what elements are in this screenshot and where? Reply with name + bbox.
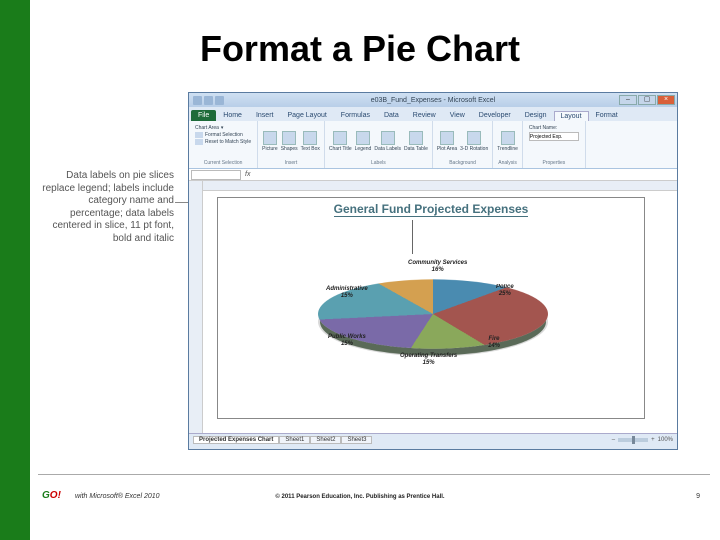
insert-picture-button[interactable]: Picture xyxy=(262,131,278,152)
slide-accent-bar xyxy=(0,0,30,540)
data-table-icon xyxy=(409,131,423,145)
plot-area-button[interactable]: Plot Area xyxy=(437,131,457,152)
zoom-level: 100% xyxy=(658,437,673,443)
data-label-operating-transfers[interactable]: Operating Transfers15% xyxy=(400,353,457,366)
chart-name-label: Chart Name: xyxy=(529,125,579,131)
group-current-selection: Chart Area ▾ Format Selection Reset to M… xyxy=(189,121,258,168)
ribbon-tabs: File Home Insert Page Layout Formulas Da… xyxy=(189,107,677,121)
excel-window: Chart Tools e03B_Fund_Expenses - Microso… xyxy=(188,92,678,450)
group-properties: Chart Name: Properties xyxy=(523,121,586,168)
reset-icon xyxy=(195,139,203,145)
tab-formulas[interactable]: Formulas xyxy=(334,110,377,121)
data-label-fire[interactable]: Fire14% xyxy=(488,336,500,349)
tab-layout[interactable]: Layout xyxy=(554,111,589,121)
chart-title-button[interactable]: Chart Title xyxy=(329,131,352,152)
tab-insert[interactable]: Insert xyxy=(249,110,281,121)
data-labels-icon xyxy=(381,131,395,145)
group-label: Current Selection xyxy=(193,160,253,166)
name-box[interactable] xyxy=(191,170,241,180)
tab-home[interactable]: Home xyxy=(216,110,249,121)
legend-icon xyxy=(356,131,370,145)
group-labels: Chart Title Legend Data Labels Data Tabl… xyxy=(325,121,433,168)
tab-review[interactable]: Review xyxy=(406,110,443,121)
fx-icon[interactable]: fx xyxy=(245,171,250,178)
group-label: Labels xyxy=(329,160,428,166)
reset-style-button[interactable]: Reset to Match Style xyxy=(195,139,251,145)
slide-title: Format a Pie Chart xyxy=(0,28,720,70)
sheet-tab-2[interactable]: Sheet2 xyxy=(310,436,341,444)
trendline-button[interactable]: Trendline xyxy=(497,131,518,152)
zoom-control[interactable]: –+ 100% xyxy=(612,437,673,443)
textbox-icon xyxy=(303,131,317,145)
chart-title-icon xyxy=(333,131,347,145)
row-headers xyxy=(189,181,203,433)
tab-page-layout[interactable]: Page Layout xyxy=(280,110,333,121)
rotation-icon xyxy=(467,131,481,145)
tab-format[interactable]: Format xyxy=(589,110,625,121)
page-number: 9 xyxy=(696,493,700,500)
shapes-icon xyxy=(282,131,296,145)
insert-textbox-button[interactable]: Text Box xyxy=(301,131,320,152)
format-selection-icon xyxy=(195,132,203,138)
data-label-public-works[interactable]: Public Works15% xyxy=(328,334,366,347)
tab-file[interactable]: File xyxy=(191,110,216,121)
footer-divider xyxy=(38,474,710,475)
column-headers xyxy=(203,181,677,191)
tab-data[interactable]: Data xyxy=(377,110,406,121)
format-selection-button[interactable]: Format Selection xyxy=(195,132,251,138)
worksheet-area: General Fund Projected Expenses Communit… xyxy=(189,181,677,433)
maximize-button[interactable]: ▢ xyxy=(638,95,656,105)
status-bar: Projected Expenses Chart Sheet1 Sheet2 S… xyxy=(189,433,677,445)
data-label-community-services[interactable]: Community Services16% xyxy=(408,260,467,273)
close-button[interactable]: × xyxy=(657,95,675,105)
group-background: Plot Area 3-D Rotation Background xyxy=(433,121,493,168)
tab-view[interactable]: View xyxy=(443,110,472,121)
insert-shapes-button[interactable]: Shapes xyxy=(281,131,298,152)
group-label: Analysis xyxy=(497,160,518,166)
picture-icon xyxy=(263,131,277,145)
sheet-tab-3[interactable]: Sheet3 xyxy=(341,436,372,444)
sheet-tab-chart[interactable]: Projected Expenses Chart xyxy=(193,436,279,444)
zoom-slider[interactable] xyxy=(618,438,648,442)
ribbon: Chart Area ▾ Format Selection Reset to M… xyxy=(189,121,677,169)
chart-element-selector[interactable]: Chart Area ▾ xyxy=(195,125,251,131)
pie-chart[interactable]: Community Services16% Police25% Fire14% … xyxy=(278,240,588,410)
chart-object[interactable]: General Fund Projected Expenses Communit… xyxy=(217,197,645,419)
group-label: Background xyxy=(437,160,488,166)
sheet-tabs: Projected Expenses Chart Sheet1 Sheet2 S… xyxy=(193,436,372,444)
tab-design[interactable]: Design xyxy=(518,110,554,121)
group-label: Properties xyxy=(527,160,581,166)
minimize-button[interactable]: – xyxy=(619,95,637,105)
data-labels-button[interactable]: Data Labels xyxy=(374,131,401,152)
rotation-3d-button[interactable]: 3-D Rotation xyxy=(460,131,488,152)
data-label-administrative[interactable]: Administrative15% xyxy=(326,286,368,299)
sheet-tab-1[interactable]: Sheet1 xyxy=(279,436,310,444)
tab-developer[interactable]: Developer xyxy=(472,110,518,121)
group-label: Insert xyxy=(262,160,320,166)
legend-button[interactable]: Legend xyxy=(355,131,372,152)
group-analysis: Trendline Analysis xyxy=(493,121,523,168)
footer-copyright: © 2011 Pearson Education, Inc. Publishin… xyxy=(0,494,720,500)
chart-title-text[interactable]: General Fund Projected Expenses xyxy=(218,198,644,216)
window-title: e03B_Fund_Expenses - Microsoft Excel xyxy=(189,97,677,104)
group-insert: Picture Shapes Text Box Insert xyxy=(258,121,325,168)
trendline-icon xyxy=(501,131,515,145)
data-label-police[interactable]: Police25% xyxy=(496,284,514,297)
window-titlebar: e03B_Fund_Expenses - Microsoft Excel – ▢… xyxy=(189,93,677,107)
data-table-button[interactable]: Data Table xyxy=(404,131,428,152)
formula-bar: fx xyxy=(189,169,677,181)
annotation-text: Data labels on pie slices replace legend… xyxy=(42,170,174,245)
chart-name-input[interactable] xyxy=(529,132,579,141)
plot-area-icon xyxy=(440,131,454,145)
